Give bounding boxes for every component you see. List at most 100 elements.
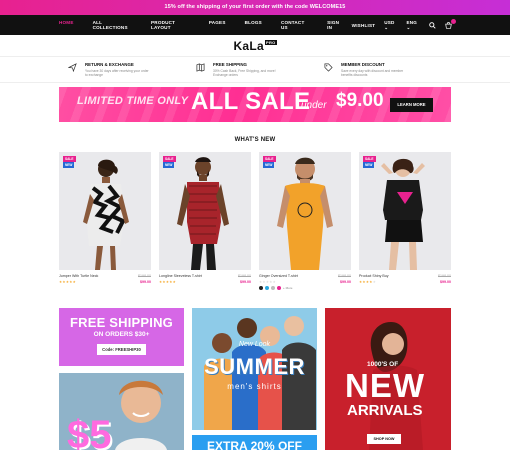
feature-desc: You have 30 days after receiving your or… — [85, 68, 149, 77]
tile-shipping-sub: ON ORDERS $30+ — [93, 331, 150, 338]
product-card[interactable]: SALE NEW Jumper With Turtle Neck $198.00 … — [59, 152, 151, 290]
nav-blogs[interactable]: BLOGS — [245, 20, 262, 30]
more-colors-link[interactable]: + More — [283, 286, 292, 290]
summer-tile[interactable]: New Look SUMMER men's shirts — [192, 308, 317, 430]
product-name[interactable]: Product Shiny Buy — [359, 274, 389, 278]
extra-off-tile[interactable]: EXTRA 20% OFF — [192, 435, 317, 450]
product-name-row: Ginger Oversized T-shirt $198.00 — [259, 274, 351, 278]
language-select[interactable]: ENG ⌄ — [407, 20, 420, 31]
swatch-pink[interactable] — [277, 286, 281, 290]
section-title: WHAT'S NEW — [234, 137, 276, 143]
site-logo[interactable]: KaLa PRO — [233, 38, 277, 53]
nav-all-collections[interactable]: ALL COLLECTIONS — [93, 20, 132, 30]
product-image[interactable]: SALE NEW — [359, 152, 451, 270]
new-badge: NEW — [163, 162, 175, 168]
banner-sale-text: ALL SALE — [191, 88, 311, 115]
new-badge: NEW — [263, 162, 275, 168]
nav-contact-us[interactable]: CONTACT US — [281, 20, 308, 30]
logo-tag: PRO — [264, 39, 277, 45]
feature-return: RETURN & EXCHANGE You have 30 days after … — [68, 62, 196, 77]
product-meta: ★★★★★ $99.00 — [259, 280, 351, 284]
tile-five-text: $5 — [67, 413, 112, 450]
product-image[interactable]: SALE NEW — [59, 152, 151, 270]
old-price: $198.00 — [338, 274, 351, 278]
product-price: $99.00 — [340, 280, 351, 284]
star-rating: ★★★★★ — [59, 280, 77, 284]
promo-text: 15% off the shipping of your first order… — [164, 4, 346, 10]
product-price: $99.00 — [440, 280, 451, 284]
tile-shipping-code: Code: FREESHIP30 — [97, 344, 146, 355]
feature-desc: Save every day with discount and member … — [341, 68, 404, 77]
new-badge: NEW — [363, 162, 375, 168]
tile-shipping-title: FREE SHIPPING — [69, 315, 173, 330]
tile-summer-title: SUMMER — [204, 354, 305, 379]
learn-more-button[interactable]: LEARN MORE — [390, 98, 433, 112]
old-price: $198.00 — [138, 274, 151, 278]
color-swatches: + More — [259, 286, 351, 290]
map-icon — [196, 63, 205, 72]
cart-icon[interactable] — [445, 18, 456, 29]
old-price: $198.00 — [438, 274, 451, 278]
model-photo — [381, 158, 425, 270]
swatch-blue[interactable] — [265, 286, 269, 290]
five-dollar-tile[interactable]: $5 — [59, 373, 184, 450]
free-shipping-tile[interactable]: FREE SHIPPING ON ORDERS $30+ Code: FREES… — [59, 308, 184, 366]
nav-product-layout[interactable]: PRODUCT LAYOUT — [151, 20, 190, 30]
product-grid: SALE NEW Jumper With Turtle Neck $198.00 … — [59, 152, 451, 290]
tag-icon — [324, 63, 333, 72]
product-name[interactable]: Ginger Oversized T-shirt — [259, 274, 298, 278]
feature-desc: 30% Cash Back, Free Shipping, and more! … — [213, 68, 276, 77]
nav-right: SIGN IN WISHLIST USD ⌄ ENG ⌄ — [327, 18, 456, 31]
star-rating: ★★★★★ — [159, 280, 177, 284]
product-card[interactable]: SALE NEW Product Shiny Buy $198.00 ★★★★★ $… — [359, 152, 451, 290]
shop-now-button[interactable]: SHOP NOW — [367, 434, 401, 444]
nav-pages[interactable]: PAGES — [209, 20, 226, 30]
feature-title: FREE SHIPPING — [213, 61, 247, 67]
product-meta: ★★★★★ $99.00 — [359, 280, 451, 284]
paper-plane-icon — [68, 62, 77, 72]
feature-discount: MEMBER DISCOUNT Save every day with disco… — [324, 62, 452, 77]
wishlist-link[interactable]: WISHLIST — [352, 23, 376, 28]
feature-shipping: FREE SHIPPING 30% Cash Back, Free Shippin… — [196, 62, 324, 77]
product-price: $99.00 — [240, 280, 251, 284]
product-meta: ★★★★★ $99.00 — [159, 280, 251, 284]
feature-title: MEMBER DISCOUNT — [341, 61, 385, 67]
signin-link[interactable]: SIGN IN — [327, 20, 343, 30]
star-rating: ★★★★★ — [359, 280, 377, 284]
product-name-row: Longline Sleeveless T-shirt $198.00 — [159, 274, 251, 278]
promo-bar: 15% off the shipping of your first order… — [0, 0, 510, 15]
product-name-row: Product Shiny Buy $198.00 — [359, 274, 451, 278]
product-card[interactable]: SALE NEW Longline Sleeveless T-shirt $198… — [159, 152, 251, 290]
banner-price: $9.00 — [336, 90, 384, 111]
swatch-grey[interactable] — [271, 286, 275, 290]
feature-title: RETURN & EXCHANGE — [85, 61, 134, 67]
product-image[interactable]: SALE NEW — [159, 152, 251, 270]
top-nav: HOME ALL COLLECTIONS PRODUCT LAYOUT PAGE… — [0, 15, 510, 35]
logo-row: KaLa PRO — [0, 35, 510, 56]
star-rating: ★★★★★ — [259, 280, 277, 284]
sale-banner[interactable]: LIMITED TIME ONLY ALL SALE under $9.00 L… — [59, 87, 451, 122]
promo-tiles: FREE SHIPPING ON ORDERS $30+ Code: FREES… — [59, 308, 451, 450]
tile-extra-text: EXTRA 20% OFF — [207, 439, 302, 450]
new-arrivals-tile[interactable]: 1000'S OF NEW ARRIVALS SHOP NOW — [325, 308, 451, 450]
product-name[interactable]: Longline Sleeveless T-shirt — [159, 274, 202, 278]
swatch-black[interactable] — [259, 286, 263, 290]
banner-under-text: under — [301, 100, 327, 111]
nav-home[interactable]: HOME — [59, 20, 74, 30]
search-icon[interactable] — [429, 21, 436, 29]
features-strip: RETURN & EXCHANGE You have 30 days after … — [0, 56, 510, 83]
product-image[interactable]: SALE NEW — [259, 152, 351, 270]
currency-select[interactable]: USD ⌄ — [384, 20, 397, 31]
cart-count-badge — [450, 18, 456, 24]
model-photo — [277, 157, 333, 270]
product-name[interactable]: Jumper With Turtle Neck — [59, 274, 98, 278]
product-price: $99.00 — [140, 280, 151, 284]
main-menu: HOME ALL COLLECTIONS PRODUCT LAYOUT PAGE… — [59, 20, 327, 30]
tile-summer-sub: men's shirts — [227, 382, 282, 391]
product-name-row: Jumper With Turtle Neck $198.00 — [59, 274, 151, 278]
model-photo — [177, 157, 229, 270]
product-card[interactable]: SALE NEW Ginger Oversized T-shirt $198.00… — [259, 152, 351, 290]
logo-text: KaLa — [233, 38, 264, 53]
chevron-down-icon: ⌄ — [406, 24, 411, 30]
tile-arrivals-new: NEW — [345, 367, 425, 404]
